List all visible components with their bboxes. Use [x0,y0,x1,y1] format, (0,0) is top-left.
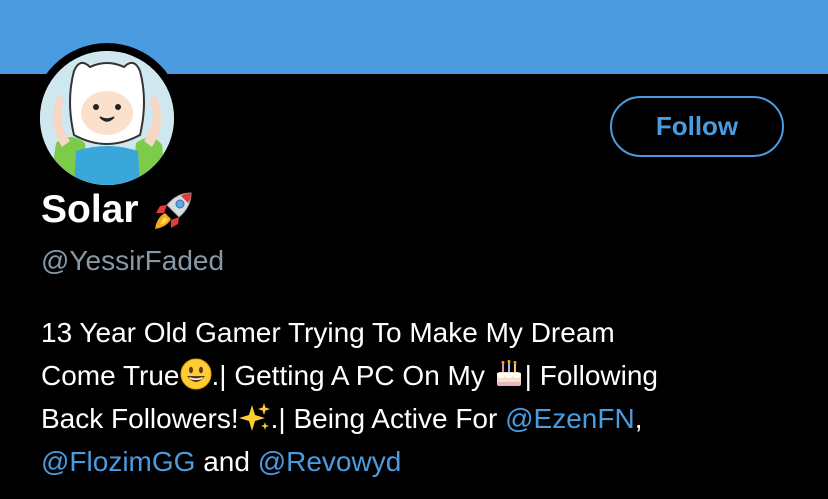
birthday-cake-icon [493,358,525,390]
bio-text: Back Followers! [41,403,239,434]
bio-text: .| Getting A PC On My [211,360,493,391]
mention-link[interactable]: @EzenFN [505,403,635,434]
profile-meta-row-cutoff [41,492,391,499]
profile-bio: 13 Year Old Gamer Trying To Make My Drea… [41,311,811,483]
bio-line-1: 13 Year Old Gamer Trying To Make My Drea… [41,311,811,354]
bio-text: Come True [41,360,180,391]
bio-text: and [195,446,258,477]
follow-button[interactable]: Follow [610,96,784,157]
mention-link[interactable]: @Revowyd [258,446,402,477]
smiley-icon [180,358,212,390]
bio-text: | Following [524,360,658,391]
mention-link[interactable]: @FlozimGG [41,446,195,477]
sparkles-icon [238,401,271,433]
avatar[interactable] [40,51,174,185]
bio-text: .| Being Active For [270,403,506,434]
profile-handle: @YessirFaded [41,245,225,276]
bio-line-2: Come True .| Getting A PC On My | Followi… [41,354,811,397]
bio-text: 13 Year Old Gamer Trying To Make My Drea… [41,317,615,348]
profile-display-name: Solar [41,186,197,234]
display-name-text: Solar [41,188,139,231]
bio-line-3: Back Followers! .| Being Active For @Ezen… [41,397,811,440]
rocket-icon [151,187,197,233]
bio-line-4: @FlozimGG and @Revowyd [41,440,811,483]
bio-text: , [634,403,643,434]
avatar-image [40,51,174,185]
follow-button-label: Follow [655,111,739,141]
